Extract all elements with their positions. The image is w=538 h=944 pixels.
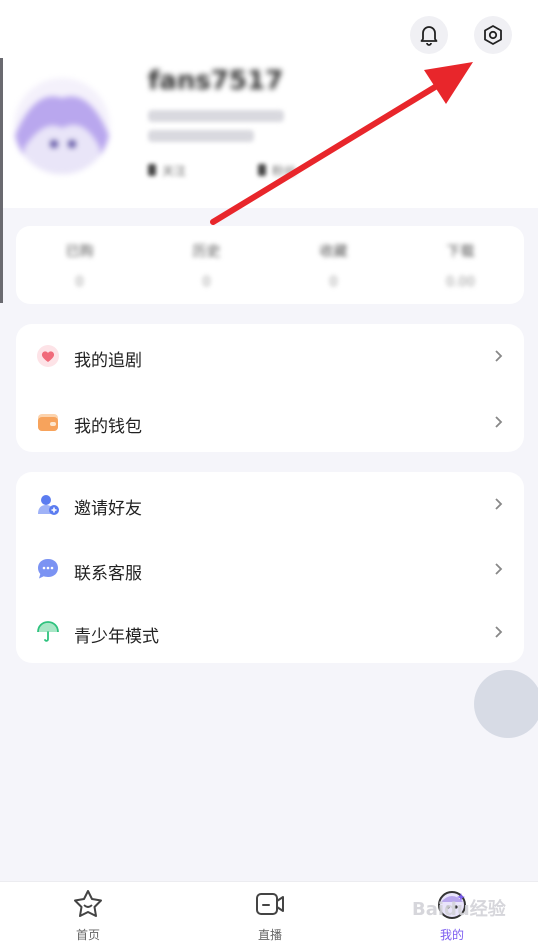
home-star-icon: [74, 890, 102, 917]
menu-item-label: 我的钱包: [74, 417, 142, 437]
top-bar: [0, 0, 538, 60]
watermark-logo: Baidu经验: [412, 899, 506, 920]
video-camera-icon: [256, 893, 284, 915]
menu-item-my-dramas[interactable]: 我的追剧: [16, 336, 524, 376]
fans-icon: [258, 164, 266, 176]
username: fans7517: [148, 66, 284, 96]
user-info-line: [148, 130, 254, 142]
settings-button[interactable]: [474, 16, 512, 54]
stat-favorites[interactable]: 收藏 0: [270, 226, 397, 304]
wallet-icon: [38, 414, 58, 431]
menu-item-label: 联系客服: [74, 564, 142, 584]
chevron-right-icon: [495, 350, 503, 362]
chevron-right-icon: [495, 498, 503, 510]
notifications-button[interactable]: [410, 16, 448, 54]
fans-label: 粉丝: [272, 163, 297, 178]
chat-bubble-icon: [38, 559, 58, 579]
tab-label: 直播: [257, 928, 282, 942]
stat-purchased[interactable]: 已购 0: [16, 226, 143, 304]
tab-home[interactable]: 首页: [38, 882, 138, 944]
settings-icon: [484, 25, 502, 45]
stat-downloads[interactable]: 下载 0.00: [397, 226, 524, 304]
chevron-right-icon: [495, 626, 503, 638]
menu-item-label: 青少年模式: [74, 627, 159, 647]
stat-value: 0.00: [446, 274, 475, 290]
profile-header: fans7517 关注 粉丝: [0, 58, 538, 303]
user-id-line: [148, 110, 284, 122]
menu-item-invite-friends[interactable]: 邀请好友: [16, 484, 524, 524]
menu-item-my-wallet[interactable]: 我的钱包: [16, 402, 524, 442]
floating-assist-button[interactable]: [474, 670, 538, 738]
chevron-right-icon: [495, 563, 503, 575]
invite-user-icon: [38, 495, 59, 515]
tab-live[interactable]: 直播: [220, 882, 320, 944]
follow-label: 关注: [162, 163, 187, 178]
menu-card-secondary: 邀请好友 联系客服 青少年模式: [16, 472, 524, 663]
fans-count[interactable]: 粉丝: [258, 162, 296, 178]
stat-history[interactable]: 历史 0: [143, 226, 270, 304]
menu-card-primary: 我的追剧 我的钱包: [16, 324, 524, 452]
stat-value: 0: [329, 274, 338, 290]
stat-label: 已购: [65, 243, 94, 260]
avatar[interactable]: [14, 78, 110, 174]
menu-item-contact-support[interactable]: 联系客服: [16, 549, 524, 589]
menu-item-label: 邀请好友: [74, 499, 142, 519]
stat-label: 历史: [192, 243, 221, 260]
chevron-right-icon: [495, 416, 503, 428]
stat-value: 0: [75, 274, 84, 290]
stats-card: 已购 0 历史 0 收藏 0 下载 0.00: [16, 226, 524, 304]
bell-icon: [420, 26, 438, 46]
stat-label: 收藏: [319, 243, 348, 260]
menu-item-youth-mode[interactable]: 青少年模式: [16, 612, 524, 652]
tab-label: 我的: [439, 928, 464, 942]
follow-icon: [148, 164, 156, 176]
left-edge-divider: [0, 58, 3, 303]
follow-count[interactable]: 关注: [148, 162, 186, 178]
heart-icon: [37, 345, 59, 367]
umbrella-icon: [37, 621, 59, 642]
menu-item-label: 我的追剧: [74, 351, 142, 371]
tab-label: 首页: [75, 928, 100, 942]
stat-value: 0: [202, 274, 211, 290]
stat-label: 下载: [446, 243, 475, 260]
